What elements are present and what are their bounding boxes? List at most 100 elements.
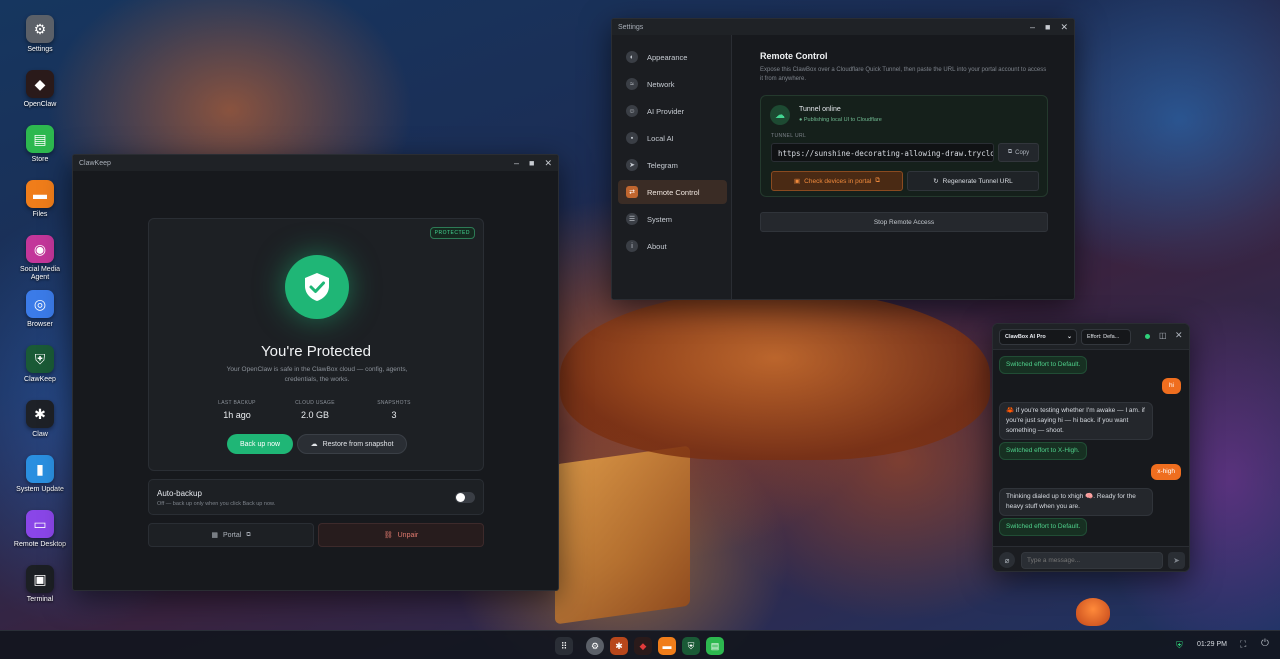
taskbar-openclaw-icon[interactable]: ◆ (634, 637, 652, 655)
social-media-agent-icon: ◉ (26, 235, 54, 263)
background-crab-shell (560, 290, 990, 460)
sidebar-item-network[interactable]: ≈ Network (618, 72, 727, 96)
stat-last-backup: LAST BACKUP 1h ago (218, 400, 256, 420)
taskbar-store-icon[interactable]: ▤ (706, 637, 724, 655)
minimize-icon[interactable]: – (1030, 22, 1035, 33)
autobackup-row: Auto-backup Off — back up only when you … (148, 479, 484, 515)
system-message: Switched effort to X-High. (999, 442, 1087, 460)
chat-window: ClawBox AI Pro ⌄ Effort: Defa... ◫ ✕ Swit… (992, 323, 1190, 572)
stat-cloud-usage: CLOUD USAGE 2.0 GB (295, 400, 335, 420)
power-icon[interactable]: ⏻ (1261, 638, 1269, 649)
desktop-icon-remote-desktop[interactable]: ▭ Remote Desktop (12, 510, 68, 549)
portal-button[interactable]: ▦ Portal ⧉ (148, 523, 314, 547)
desktop-icon-store[interactable]: ▤ Store (12, 125, 68, 164)
check-devices-button[interactable]: ▣ Check devices in portal ⧉ (771, 171, 903, 191)
sidebar-item-remote-control[interactable]: ⇄ Remote Control (618, 180, 727, 204)
taskbar-clawkeep-icon[interactable]: ⛨ (682, 637, 700, 655)
system-message: Switched effort to Default. (999, 518, 1088, 536)
info-icon: i (626, 240, 638, 252)
chat-header: ClawBox AI Pro ⌄ Effort: Defa... ◫ ✕ (993, 324, 1189, 350)
autobackup-description: Off — back up only when you click Back u… (157, 501, 276, 507)
desktop-icon-settings[interactable]: ⚙ Settings (12, 15, 68, 54)
sidebar-item-system[interactable]: ☰ System (618, 207, 727, 231)
desktop-icon-clawkeep[interactable]: ⛨ ClawKeep (12, 345, 68, 384)
tray-shield-icon[interactable]: ⛨ (1176, 640, 1183, 651)
crab-mascot-icon (1076, 598, 1110, 626)
store-icon: ▤ (26, 125, 54, 153)
refresh-icon: ↻ (933, 178, 939, 185)
desktop-icon-system-update[interactable]: ▮ System Update (12, 455, 68, 494)
maximize-icon[interactable]: ■ (529, 158, 534, 169)
cloud-status-icon: ☁ (770, 105, 790, 125)
clawkeep-titlebar[interactable]: ClawKeep – ■ ✕ (73, 155, 558, 171)
tunnel-url-field[interactable]: https://sunshine-decorating-allowing-dra… (771, 143, 994, 162)
status-badge: PROTECTED (429, 227, 475, 239)
bot-message: 🦀 if you're testing whether I'm awake — … (999, 402, 1153, 440)
autobackup-toggle[interactable] (455, 492, 475, 503)
effort-select[interactable]: Effort: Defa... (1081, 329, 1131, 345)
sidebar-item-telegram[interactable]: ➤ Telegram (618, 153, 727, 177)
background-cube (555, 445, 690, 625)
desktop-icon-claw[interactable]: ✱ Claw (12, 400, 68, 439)
system-update-icon: ▮ (26, 455, 54, 483)
remote-icon: ⇄ (626, 186, 638, 198)
copy-button[interactable]: ⧉ Copy (998, 143, 1039, 162)
close-icon[interactable]: ✕ (1060, 22, 1068, 33)
regenerate-url-button[interactable]: ↻ Regenerate Tunnel URL (907, 171, 1039, 191)
remote-description: Expose this ClawBox over a Cloudflare Qu… (760, 67, 1047, 82)
chevron-down-icon: ⌄ (1066, 334, 1072, 340)
restore-snapshot-button[interactable]: ☁ Restore from snapshot (297, 434, 407, 454)
settings-titlebar[interactable]: Settings – ■ ✕ (612, 19, 1074, 35)
desktop-icon-label: Browser (27, 321, 53, 328)
sidebar-item-local-ai[interactable]: ▪ Local AI (618, 126, 727, 150)
clawkeep-shield-icon: ⛨ (26, 345, 54, 373)
sidebar-item-appearance[interactable]: ◐ Appearance (618, 45, 727, 69)
taskbar-claw-icon[interactable]: ✱ (610, 637, 628, 655)
desktop-icon-openclaw[interactable]: ◆ OpenClaw (12, 70, 68, 109)
sidebar-item-ai-provider[interactable]: ☺ AI Provider (618, 99, 727, 123)
stop-remote-button[interactable]: Stop Remote Access (760, 212, 1048, 232)
stat-snapshots: SNAPSHOTS 3 (377, 400, 411, 420)
gear-icon: ⚙ (26, 15, 54, 43)
close-icon[interactable]: ✕ (544, 158, 552, 169)
window-title: ClawKeep (79, 159, 111, 167)
maximize-icon[interactable]: ■ (1045, 22, 1050, 33)
send-icon: ➤ (626, 159, 638, 171)
sidebar-item-about[interactable]: i About (618, 234, 727, 258)
close-icon[interactable]: ✕ (1175, 330, 1183, 341)
minimize-icon[interactable]: – (514, 158, 519, 169)
bot-message: Thinking dialed up to xhigh 🧠. Ready for… (999, 488, 1153, 516)
desktop-icon-browser[interactable]: ◎ Browser (12, 290, 68, 329)
user-message: x-high (1151, 464, 1181, 480)
send-icon[interactable]: ➤ (1168, 552, 1185, 569)
grid-icon: ▦ (211, 532, 219, 539)
fullscreen-icon[interactable]: ⛶ (1240, 639, 1246, 650)
folder-icon: ▬ (26, 180, 54, 208)
desktop-icon-label: Files (32, 211, 48, 218)
toggle-knob (456, 493, 465, 502)
sliders-icon: ☰ (626, 213, 638, 225)
model-select[interactable]: ClawBox AI Pro ⌄ (999, 329, 1077, 345)
desktop-icon-social-media-agent[interactable]: ◉ Social Media Agent (12, 235, 68, 282)
backup-now-button[interactable]: Back up now (227, 434, 293, 454)
desktop-icon-terminal[interactable]: ▣ Terminal (12, 565, 68, 604)
desktop-icon-files[interactable]: ▬ Files (12, 180, 68, 219)
tunnel-url-label: TUNNEL URL (771, 133, 807, 139)
desktop-icon-label: Terminal (26, 596, 54, 603)
tunnel-card: ☁ Tunnel online ● Publishing local UI to… (760, 95, 1048, 197)
taskbar-files-icon[interactable]: ▬ (658, 637, 676, 655)
window-title: Settings (618, 23, 644, 31)
browser-icon: ◎ (26, 290, 54, 318)
unpair-button[interactable]: ⛓ Unpair (318, 523, 484, 547)
cloud-icon: ☁ (310, 441, 318, 448)
message-input[interactable] (1021, 552, 1163, 569)
protection-description: Your OpenClaw is safe in the ClawBox clo… (226, 366, 408, 383)
tunnel-substatus: ● Publishing local UI to Cloudflare (799, 117, 882, 123)
taskbar-settings-icon[interactable]: ⚙ (586, 637, 604, 655)
desktop-icon-label: Claw (32, 431, 48, 438)
app-grid-icon[interactable]: ⠿ (555, 637, 573, 655)
attach-icon[interactable]: ⌀ (999, 552, 1015, 568)
chip-icon: ▪ (626, 132, 638, 144)
robot-icon: ☺ (626, 105, 638, 117)
panel-toggle-icon[interactable]: ◫ (1159, 331, 1167, 340)
